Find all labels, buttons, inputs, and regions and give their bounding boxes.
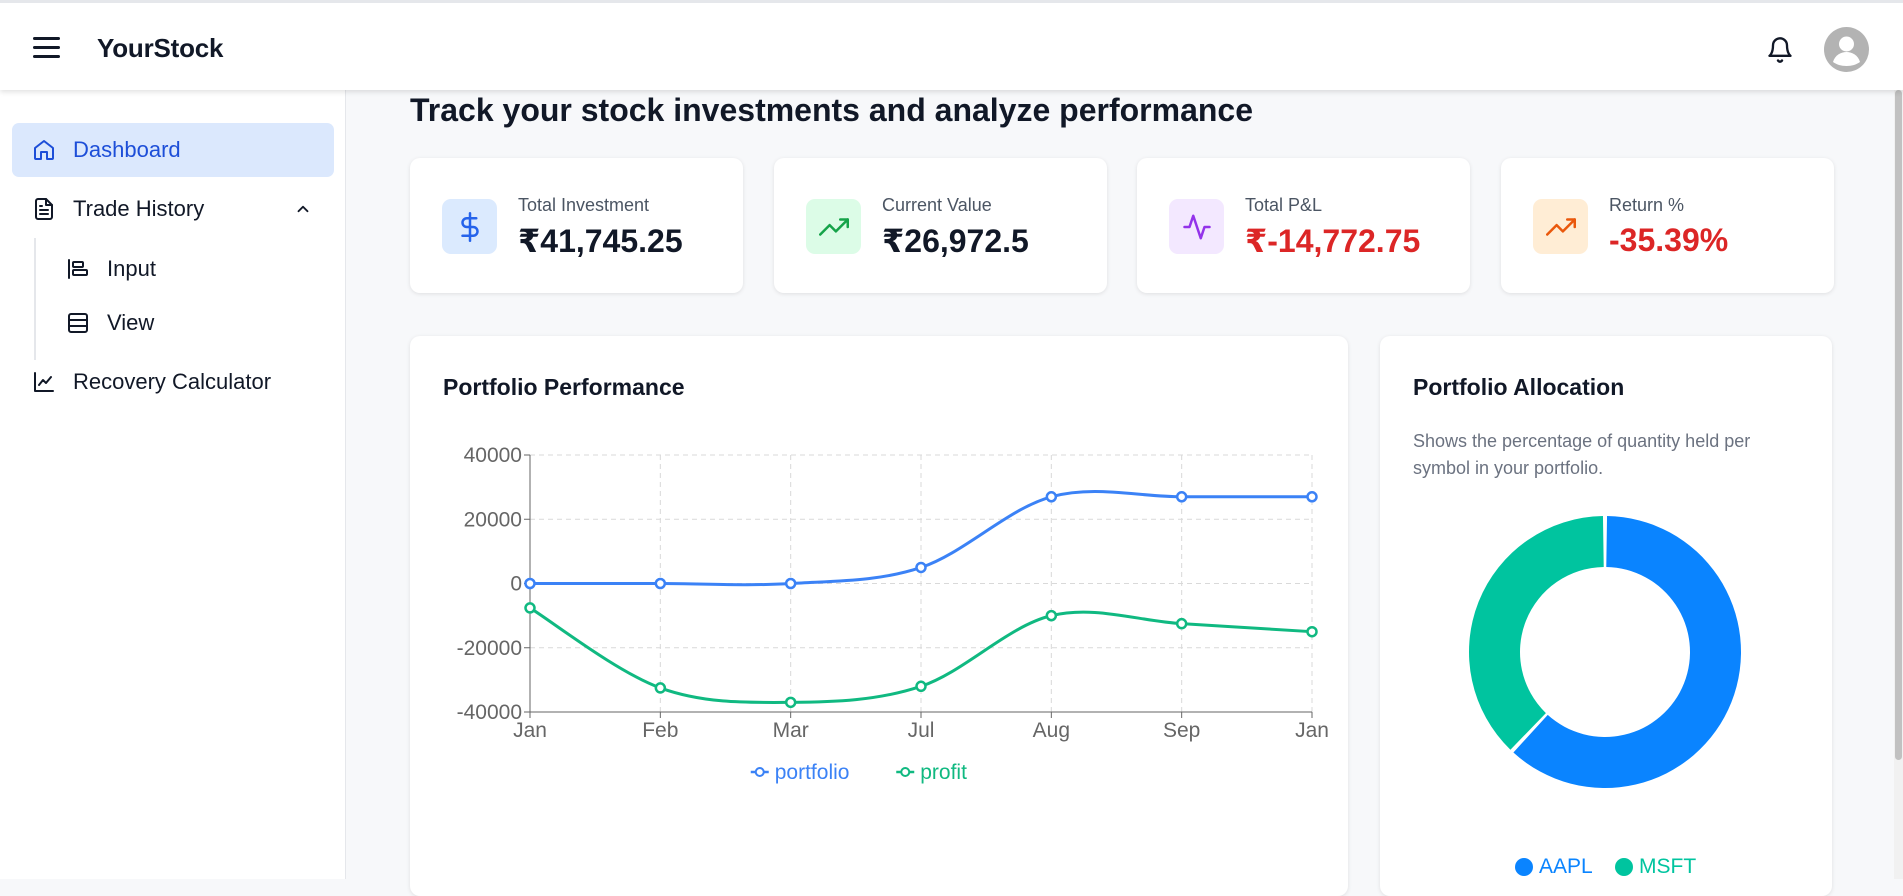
portfolio-performance-chart: 40000200000-20000-40000Jan Feb Mar Jul Aug Se… bbox=[457, 444, 1329, 784]
y-tick-label: 20000 bbox=[464, 508, 522, 531]
legend-item-profit[interactable]: profit bbox=[896, 761, 967, 784]
stat-label: Return % bbox=[1609, 195, 1685, 215]
card-description: Shows the percentage of quantity held pe… bbox=[1413, 431, 1751, 478]
data-point-portfolio bbox=[1045, 491, 1058, 503]
top-bar: YourStock bbox=[0, 0, 1903, 90]
x-tick-label: Mar bbox=[773, 719, 809, 742]
stat-card-return-percent: Return % -35.39% bbox=[1501, 158, 1834, 293]
x-tick-label: Aug bbox=[1033, 719, 1070, 742]
sidebar-item-dashboard[interactable]: Dashboard bbox=[12, 123, 334, 177]
y-tick-label: 40000 bbox=[464, 444, 522, 467]
legend-label: portfolio bbox=[775, 761, 850, 784]
x-tick-label: Jan bbox=[513, 719, 547, 742]
stat-value: ₹41,745.25 bbox=[518, 223, 683, 259]
legend-item-portfolio[interactable]: portfolio bbox=[750, 761, 850, 784]
data-point-profit bbox=[784, 696, 797, 709]
data-point-portfolio bbox=[915, 561, 927, 574]
table-icon bbox=[66, 311, 90, 335]
sidebar: Dashboard Trade History Input View Recov… bbox=[0, 90, 346, 879]
stat-card-current-value: Current Value ₹26,972.5 bbox=[774, 158, 1107, 293]
scrollbar[interactable] bbox=[1894, 90, 1903, 879]
input-icon bbox=[66, 257, 90, 281]
activity-icon bbox=[1169, 199, 1224, 254]
legend-label: AAPL bbox=[1539, 855, 1593, 878]
legend-dot bbox=[1615, 858, 1633, 876]
data-point-portfolio bbox=[524, 577, 536, 590]
data-point-profit bbox=[1306, 625, 1318, 638]
legend-label: profit bbox=[920, 761, 967, 784]
data-point-profit bbox=[524, 602, 536, 614]
legend-dot bbox=[1515, 858, 1533, 876]
sidebar-item-label: Input bbox=[107, 256, 156, 281]
page-title: Track your stock investments and analyze… bbox=[410, 92, 1253, 128]
scrollbar-thumb[interactable] bbox=[1895, 90, 1902, 760]
y-tick-label: 0 bbox=[510, 573, 522, 596]
stat-card-total-investment: Total Investment ₹41,745.25 bbox=[410, 158, 743, 293]
legend-marker bbox=[900, 767, 911, 777]
data-point-portfolio bbox=[654, 577, 667, 590]
trending-up-icon bbox=[1533, 199, 1588, 254]
donut-slice-msft[interactable] bbox=[1469, 516, 1604, 750]
chevron-up-icon[interactable] bbox=[294, 200, 312, 218]
data-point-profit bbox=[1045, 609, 1058, 622]
card-title: Portfolio Allocation bbox=[1413, 374, 1625, 400]
legend-item-aapl[interactable]: AAPL bbox=[1515, 855, 1593, 879]
x-tick-label: Sep bbox=[1163, 719, 1200, 742]
sidebar-item-recovery-calculator[interactable]: Recovery Calculator bbox=[12, 355, 334, 409]
stat-label: Total P&L bbox=[1245, 195, 1323, 215]
app-brand[interactable]: YourStock bbox=[97, 33, 223, 64]
sidebar-item-view[interactable]: View bbox=[62, 300, 312, 346]
data-point-profit bbox=[915, 680, 927, 693]
document-icon bbox=[32, 197, 56, 221]
user-avatar[interactable] bbox=[1824, 27, 1869, 72]
data-point-profit bbox=[1175, 617, 1188, 630]
y-tick-label: -20000 bbox=[457, 637, 522, 660]
hamburger-icon[interactable] bbox=[33, 37, 60, 59]
stat-card-total-pnl: Total P&L ₹-14,772.75 bbox=[1137, 158, 1470, 293]
data-point-portfolio bbox=[784, 577, 797, 590]
line-chart-icon bbox=[32, 370, 56, 394]
data-point-portfolio bbox=[1175, 491, 1188, 503]
stat-label: Current Value bbox=[882, 195, 992, 215]
stat-value: ₹26,972.5 bbox=[882, 223, 1029, 259]
user-icon bbox=[1833, 36, 1860, 66]
x-tick-label: Jul bbox=[908, 719, 935, 742]
legend-marker bbox=[754, 767, 765, 777]
stat-value: -35.39% bbox=[1609, 222, 1729, 258]
sidebar-item-input[interactable]: Input bbox=[62, 246, 312, 292]
data-point-profit bbox=[654, 682, 667, 694]
card-title: Portfolio Performance bbox=[443, 374, 685, 400]
sidebar-item-label: View bbox=[107, 310, 155, 335]
sidebar-item-label: Trade History bbox=[73, 196, 205, 221]
stat-label: Total Investment bbox=[518, 195, 650, 215]
data-point-portfolio bbox=[1306, 491, 1318, 503]
sidebar-item-trade-history[interactable]: Trade History bbox=[12, 182, 334, 236]
sidebar-item-label: Recovery Calculator bbox=[73, 369, 272, 394]
portfolio-performance-card: Portfolio Performance 40000 20000 0 -20000-… bbox=[410, 336, 1348, 896]
x-tick-label: Jan bbox=[1295, 719, 1329, 742]
home-icon bbox=[32, 138, 56, 162]
bell-icon[interactable] bbox=[1766, 35, 1794, 65]
x-tick-label: Feb bbox=[642, 719, 678, 742]
portfolio-allocation-card: Portfolio Allocation Shows the percentag… bbox=[1380, 336, 1832, 896]
legend-item-msft[interactable]: MSFT bbox=[1615, 855, 1696, 879]
legend-label: MSFT bbox=[1639, 855, 1697, 878]
portfolio-allocation-chart bbox=[1469, 516, 1741, 788]
sidebar-item-label: Dashboard bbox=[73, 137, 181, 162]
dollar-icon bbox=[442, 199, 497, 254]
trending-up-icon bbox=[806, 199, 861, 254]
submenu-divider bbox=[34, 238, 36, 360]
stat-value: ₹-14,772.75 bbox=[1245, 223, 1421, 259]
